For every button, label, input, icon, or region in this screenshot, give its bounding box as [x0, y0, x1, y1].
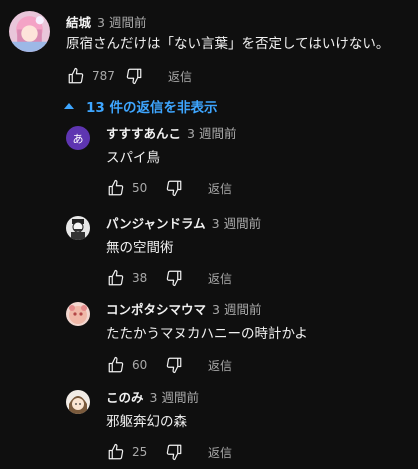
thumbs-up-icon: [108, 269, 124, 286]
comment-time[interactable]: 3 週間前: [97, 15, 146, 30]
dislike-button[interactable]: [164, 178, 184, 198]
reply-button[interactable]: 返信: [168, 68, 192, 85]
reply-button[interactable]: 返信: [208, 180, 232, 197]
like-button[interactable]: [106, 178, 126, 198]
like-button[interactable]: [106, 442, 126, 462]
reply-actions: 60 返信: [106, 355, 232, 375]
hide-replies-button[interactable]: 13 件の返信を非表示: [64, 96, 218, 116]
reply-author[interactable]: すすすあんこ: [106, 126, 181, 141]
reply-author[interactable]: コンポタシマウマ: [106, 302, 206, 317]
like-count: 25: [132, 445, 148, 459]
like-count: 50: [132, 181, 148, 195]
thumbs-up-icon: [108, 443, 124, 460]
reply-button[interactable]: 返信: [208, 357, 232, 374]
reply-header: このみ 3 週間前: [106, 390, 199, 406]
thumbs-down-icon: [166, 357, 182, 374]
like-count: 60: [132, 358, 148, 372]
reply-time[interactable]: 3 週間前: [212, 216, 261, 231]
reply-author[interactable]: パンジャンドラム: [106, 216, 206, 231]
comment-actions: 787 返信: [66, 66, 192, 86]
thumbs-up-icon: [68, 67, 84, 84]
reply-time[interactable]: 3 週間前: [150, 390, 199, 405]
reply-actions: 38 返信: [106, 268, 232, 288]
reply-author[interactable]: このみ: [106, 390, 144, 405]
reply-text: 邪躯奔幻の森: [106, 414, 187, 430]
like-button[interactable]: [66, 66, 86, 86]
dislike-button[interactable]: [164, 355, 184, 375]
avatar-letter: あ: [73, 133, 84, 146]
reply-text: 無の空間術: [106, 240, 174, 256]
thumbs-down-icon: [166, 444, 182, 461]
reply-header: コンポタシマウマ 3 週間前: [106, 302, 261, 318]
dislike-button[interactable]: [164, 442, 184, 462]
reply-text: たたかうマヌカハニーの時計かよ: [106, 326, 308, 342]
comment-header: 結城 3 週間前: [66, 15, 146, 31]
dislike-button[interactable]: [124, 66, 144, 86]
reply-avatar[interactable]: あ: [66, 126, 90, 150]
reply-time[interactable]: 3 週間前: [212, 302, 261, 317]
dislike-button[interactable]: [164, 268, 184, 288]
thumbs-up-icon: [108, 356, 124, 373]
caret-up-icon: [64, 103, 74, 109]
reply-text: スパイ鳥: [106, 150, 160, 166]
comment-text: 原宿さんだけは「ない言葉」を否定してはいけない。: [66, 36, 390, 52]
like-button[interactable]: [106, 355, 126, 375]
reply-button[interactable]: 返信: [208, 444, 232, 461]
hide-replies-label: 13 件の返信を非表示: [86, 100, 218, 116]
like-count: 38: [132, 271, 148, 285]
like-count: 787: [92, 69, 115, 83]
thumbs-down-icon: [126, 68, 142, 85]
comment-author[interactable]: 結城: [66, 15, 91, 30]
reply-actions: 50 返信: [106, 178, 232, 198]
reply-header: パンジャンドラム 3 週間前: [106, 216, 261, 232]
reply-time[interactable]: 3 週間前: [187, 126, 236, 141]
thumbs-down-icon: [166, 180, 182, 197]
reply-actions: 25 返信: [106, 442, 232, 462]
reply-avatar[interactable]: [66, 390, 90, 414]
avatar[interactable]: [9, 11, 50, 52]
thumbs-down-icon: [166, 270, 182, 287]
comment-thread: 結城 3 週間前 原宿さんだけは「ない言葉」を否定してはいけない。 787 返信 …: [0, 0, 418, 469]
reply-header: すすすあんこ 3 週間前: [106, 126, 236, 142]
reply-avatar[interactable]: [66, 302, 90, 326]
thumbs-up-icon: [108, 179, 124, 196]
reply-button[interactable]: 返信: [208, 270, 232, 287]
like-button[interactable]: [106, 268, 126, 288]
reply-avatar[interactable]: [66, 216, 90, 240]
